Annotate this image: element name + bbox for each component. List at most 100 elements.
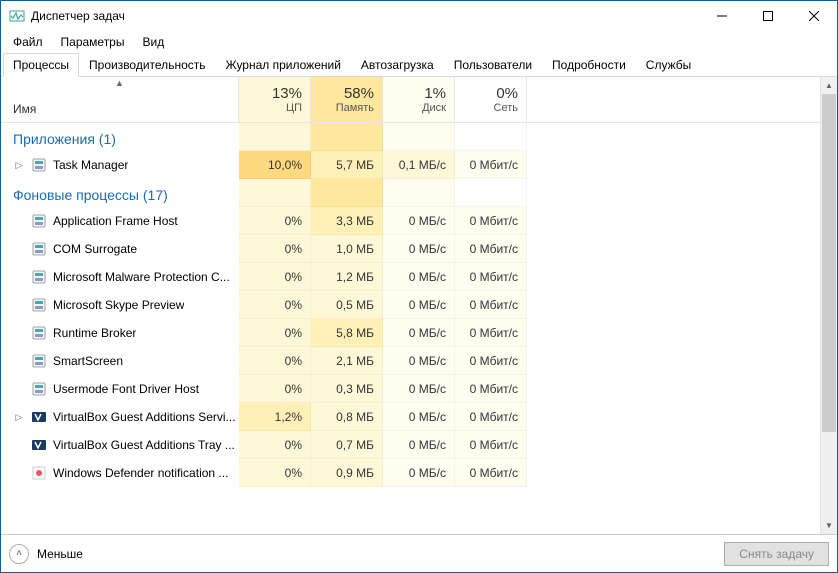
disk-cell: 0 МБ/с <box>383 235 455 263</box>
menu-file[interactable]: Файл <box>5 33 51 51</box>
tab-performance[interactable]: Производительность <box>79 53 215 77</box>
cpu-cell: 1,2% <box>239 403 311 431</box>
maximize-button[interactable] <box>745 1 791 31</box>
process-icon <box>31 297 47 313</box>
process-name-cell: Microsoft Malware Protection C... <box>1 263 239 291</box>
memory-cell: 1,2 МБ <box>311 263 383 291</box>
tab-details[interactable]: Подробности <box>542 53 636 77</box>
column-header-cpu[interactable]: 13% ЦП <box>239 77 311 122</box>
process-name-label: Usermode Font Driver Host <box>53 382 199 396</box>
scroll-up-icon[interactable]: ▲ <box>821 77 837 94</box>
process-row[interactable]: Windows Defender notification ... 0%0,9 М… <box>1 459 820 487</box>
cpu-cell: 0% <box>239 431 311 459</box>
process-icon <box>31 409 47 425</box>
tab-services[interactable]: Службы <box>636 53 701 77</box>
cpu-cell: 0% <box>239 263 311 291</box>
process-name-cell: ▷ Task Manager <box>1 151 239 179</box>
process-name-label: VirtualBox Guest Additions Tray ... <box>53 438 235 452</box>
tab-processes[interactable]: Процессы <box>3 53 79 77</box>
network-cell: 0 Мбит/с <box>455 207 527 235</box>
scroll-thumb[interactable] <box>822 94 836 432</box>
process-row[interactable]: COM Surrogate0%1,0 МБ0 МБ/с0 Мбит/с <box>1 235 820 263</box>
process-row[interactable]: Microsoft Malware Protection C...0%1,2 М… <box>1 263 820 291</box>
process-row[interactable]: VirtualBox Guest Additions Tray ...0%0,7… <box>1 431 820 459</box>
process-name-label: SmartScreen <box>53 354 123 368</box>
titlebar: Диспетчер задач <box>1 1 837 31</box>
process-row[interactable]: ▷Task Manager10,0%5,7 МБ0,1 МБ/с0 Мбит/с <box>1 151 820 179</box>
cpu-cell: 0% <box>239 207 311 235</box>
disk-total-pct: 1% <box>424 85 446 102</box>
disk-cell: 0 МБ/с <box>383 263 455 291</box>
process-name-label: Task Manager <box>53 158 128 172</box>
table-body[interactable]: Приложения (1)▷Task Manager10,0%5,7 МБ0,… <box>1 123 820 534</box>
cpu-total-pct: 13% <box>272 85 302 102</box>
process-icon <box>31 157 47 173</box>
process-row[interactable]: Application Frame Host0%3,3 МБ0 МБ/с0 Мб… <box>1 207 820 235</box>
memory-cell: 0,8 МБ <box>311 403 383 431</box>
menu-options[interactable]: Параметры <box>53 33 133 51</box>
window-title: Диспетчер задач <box>31 9 699 23</box>
process-name-label: Application Frame Host <box>53 214 178 228</box>
group-header-apps[interactable]: Приложения (1) <box>1 123 820 151</box>
cpu-cell: 0% <box>239 375 311 403</box>
minimize-button[interactable] <box>699 1 745 31</box>
cpu-label: ЦП <box>286 102 302 114</box>
group-header-bg[interactable]: Фоновые процессы (17) <box>1 179 820 207</box>
disk-cell: 0 МБ/с <box>383 459 455 487</box>
expand-icon[interactable]: ▷ <box>13 160 25 171</box>
memory-cell: 0,9 МБ <box>311 459 383 487</box>
disk-cell: 0 МБ/с <box>383 431 455 459</box>
end-task-button[interactable]: Снять задачу <box>724 542 829 566</box>
network-cell: 0 Мбит/с <box>455 235 527 263</box>
column-header-name[interactable]: ▲ Имя <box>1 77 239 122</box>
memory-cell: 5,7 МБ <box>311 151 383 179</box>
window-controls <box>699 1 837 31</box>
process-row[interactable]: Microsoft Skype Preview0%0,5 МБ0 МБ/с0 М… <box>1 291 820 319</box>
process-name-label: COM Surrogate <box>53 242 137 256</box>
tab-users[interactable]: Пользователи <box>444 53 542 77</box>
process-icon <box>31 381 47 397</box>
memory-cell: 1,0 МБ <box>311 235 383 263</box>
process-row[interactable]: ▷VirtualBox Guest Additions Servi...1,2%… <box>1 403 820 431</box>
tab-bar: Процессы Производительность Журнал прило… <box>1 53 837 77</box>
sort-ascending-icon: ▲ <box>115 78 124 88</box>
scroll-track[interactable] <box>821 94 837 517</box>
network-cell: 0 Мбит/с <box>455 151 527 179</box>
process-name-cell: Windows Defender notification ... <box>1 459 239 487</box>
process-name-label: Windows Defender notification ... <box>53 466 228 480</box>
cpu-cell: 0% <box>239 291 311 319</box>
fewer-details-button[interactable]: ˄ <box>9 544 29 564</box>
menubar: Файл Параметры Вид <box>1 31 837 53</box>
process-name-cell: ▷VirtualBox Guest Additions Servi... <box>1 403 239 431</box>
footer: ˄ Меньше Снять задачу <box>1 534 837 572</box>
chevron-up-icon: ˄ <box>16 548 22 559</box>
process-row[interactable]: Runtime Broker0%5,8 МБ0 МБ/с0 Мбит/с <box>1 319 820 347</box>
process-icon <box>31 465 47 481</box>
process-row[interactable]: Usermode Font Driver Host0%0,3 МБ0 МБ/с0… <box>1 375 820 403</box>
close-button[interactable] <box>791 1 837 31</box>
disk-cell: 0 МБ/с <box>383 319 455 347</box>
column-header-network[interactable]: 0% Сеть <box>455 77 527 122</box>
expand-icon[interactable]: ▷ <box>13 412 25 423</box>
process-name-cell: Microsoft Skype Preview <box>1 291 239 319</box>
cpu-cell: 0% <box>239 459 311 487</box>
network-cell: 0 Мбит/с <box>455 291 527 319</box>
process-name-label: Runtime Broker <box>53 326 136 340</box>
vertical-scrollbar[interactable]: ▲ ▼ <box>820 77 837 534</box>
memory-label: Память <box>336 102 374 114</box>
disk-cell: 0 МБ/с <box>383 403 455 431</box>
menu-view[interactable]: Вид <box>134 33 172 51</box>
process-name-cell: COM Surrogate <box>1 235 239 263</box>
column-header-disk[interactable]: 1% Диск <box>383 77 455 122</box>
column-header-memory[interactable]: 58% Память <box>311 77 383 122</box>
fewer-details-label[interactable]: Меньше <box>37 547 83 561</box>
process-icon <box>31 213 47 229</box>
tab-app-history[interactable]: Журнал приложений <box>216 53 351 77</box>
network-cell: 0 Мбит/с <box>455 347 527 375</box>
scroll-down-icon[interactable]: ▼ <box>821 517 837 534</box>
network-cell: 0 Мбит/с <box>455 431 527 459</box>
process-icon <box>31 437 47 453</box>
tab-startup[interactable]: Автозагрузка <box>351 53 444 77</box>
process-name-cell: Application Frame Host <box>1 207 239 235</box>
process-row[interactable]: SmartScreen0%2,1 МБ0 МБ/с0 Мбит/с <box>1 347 820 375</box>
